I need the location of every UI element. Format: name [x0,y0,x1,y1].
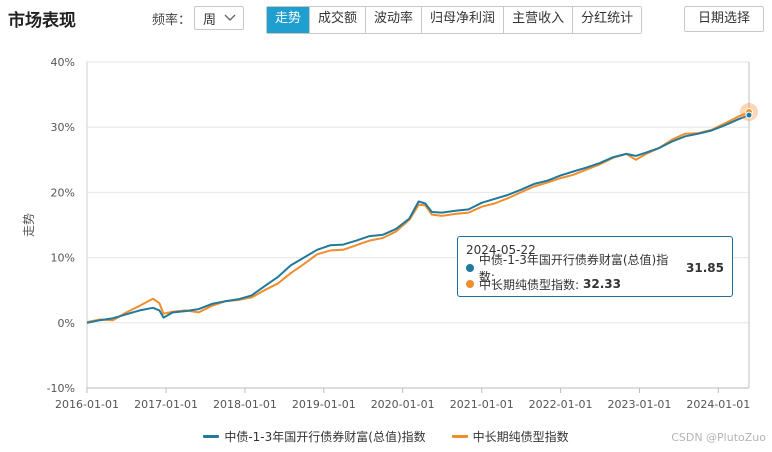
tooltip-series2-name: 中长期纯债型指数: [479,277,580,292]
x-axis: 2016-01-01 2017-01-01 2018-01-01 2019-01-01… [55,388,750,411]
y-tick-label: -10% [47,382,75,395]
tooltip-row-series2: 中长期纯债型指数: 32.33 [466,276,724,292]
watermark: CSDN @PlutoZuo [671,431,766,444]
hover-marker [740,62,758,388]
x-tick-label: 2022-01-01 [529,398,593,411]
tooltip-row-series1: 中债-1-3年国开行债券财富(总值)指数: 31.85 [466,253,724,284]
legend-swatch-series2 [451,435,468,438]
tooltip-series2-value: 32.33 [583,277,622,291]
x-tick-label: 2018-01-01 [213,398,277,411]
line-chart: -10%0%10%20%30%40% 2016-01-01 2017-01-01 2… [22,56,758,411]
chart-grid [86,61,749,389]
chart-legend: 中债-1-3年国开行债券财富(总值)指数 中长期纯债型指数 [0,428,772,445]
x-tick-label: 2024-01-01 [686,398,750,411]
x-tick-label: 2020-01-01 [371,398,435,411]
x-tick-label: 2019-01-01 [292,398,356,411]
tooltip-series1-value: 31.85 [686,261,724,275]
legend-item-series2[interactable]: 中长期纯债型指数 [451,428,569,445]
y-tick-label: 30% [51,121,75,134]
y-tick-label: 0% [58,317,75,330]
x-tick-label: 2017-01-01 [134,398,198,411]
x-tick-label: 2016-01-01 [55,398,119,411]
legend-label-series1: 中债-1-3年国开行债券财富(总值)指数 [224,430,426,444]
hover-point-series1 [745,111,753,119]
legend-label-series2: 中长期纯债型指数 [472,430,569,444]
chart-tooltip: 2024-05-22 中债-1-3年国开行债券财富(总值)指数: 31.85 中… [457,236,733,297]
series2-dot [466,280,474,288]
x-tick-label: 2023-01-01 [607,398,671,411]
y-axis: -10% 0% 10% 20% 30% 40% [47,56,75,395]
y-tick-label: 40% [51,56,75,69]
legend-swatch-series1 [203,435,220,438]
y-axis-label: 走势 [22,213,36,237]
y-tick-label: 10% [51,252,75,265]
y-tick-label: 20% [51,186,75,199]
legend-item-series1[interactable]: 中债-1-3年国开行债券财富(总值)指数 [203,428,426,445]
series1-dot [466,264,474,272]
x-tick-label: 2021-01-01 [450,398,514,411]
